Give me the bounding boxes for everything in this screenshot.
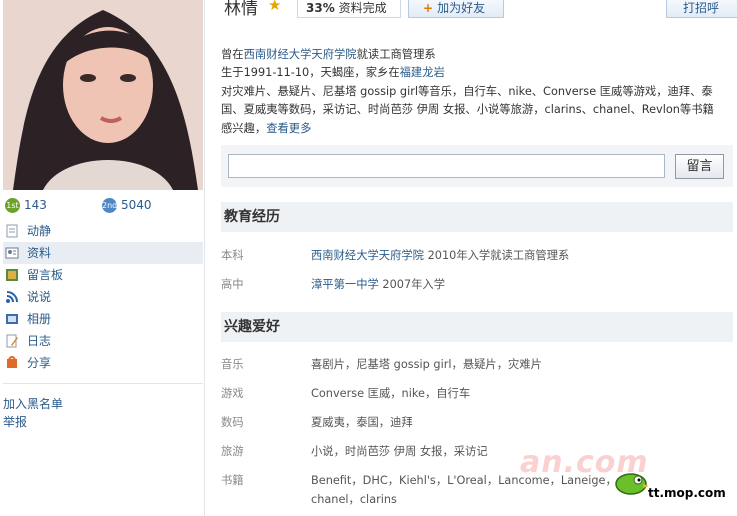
plus-icon: + [423, 1, 434, 15]
greet-button[interactable]: 打招呼 [666, 0, 737, 18]
view-more-link[interactable]: 查看更多 [266, 122, 311, 135]
domain-watermark: tt.mop.com [648, 486, 726, 500]
picture-board-icon [6, 269, 18, 281]
row-value: 夏威夷，泰国，迪拜 [311, 416, 413, 429]
sidebar-item-label: 资料 [27, 246, 52, 260]
sidebar-item-label: 相册 [27, 312, 52, 326]
row-label: 书籍 [221, 474, 244, 487]
sidebar-item-label: 留言板 [27, 268, 64, 282]
intro-interests-line: 对灾难片、悬疑片、尼基塔 gossip girl等音乐，自行车、nike、Con… [221, 84, 713, 98]
report-link[interactable]: 举报 [3, 413, 27, 430]
intro-more-line: 感兴趣，查看更多 [221, 121, 312, 135]
stat-value-2[interactable]: 5040 [121, 198, 152, 212]
row-label: 高中 [221, 278, 244, 291]
add-to-blacklist-link[interactable]: 加入黑名单 [3, 395, 63, 412]
stat-level-2: 2nd 5040 [102, 196, 152, 214]
hometown-link[interactable]: 福建龙岩 [400, 66, 445, 79]
row-label: 旅游 [221, 445, 244, 458]
sidebar-item-label: 分享 [27, 356, 52, 370]
hobbies-heading: 兴趣爱好 [221, 312, 733, 342]
profile-completion[interactable]: 33% 资料完成 [297, 0, 401, 18]
profile-name: 林情 [224, 0, 258, 19]
user-stats: 1st 143 2nd 5040 [3, 196, 203, 214]
leave-message-button[interactable]: 留言 [675, 154, 724, 179]
message-box: 留言 [221, 145, 733, 187]
row-label: 本科 [221, 249, 244, 262]
sidebar-item-status[interactable]: 说说 [3, 286, 203, 308]
sidebar-item-guestbook[interactable]: 留言板 [3, 264, 203, 286]
intro-school-line: 曾在西南财经大学天府学院就读工商管理系 [221, 48, 436, 61]
message-input[interactable] [228, 154, 665, 178]
profile-icon [5, 247, 19, 259]
row-label: 音乐 [221, 358, 244, 371]
greet-label: 打招呼 [683, 1, 720, 15]
sidebar-nav: 动静 资料 留言板 说说 相册 日志 分享 [3, 220, 203, 374]
sidebar-divider [3, 383, 203, 384]
completion-label: 资料完成 [338, 1, 387, 15]
sidebar-item-album[interactable]: 相册 [3, 308, 203, 330]
pencil-icon [6, 334, 18, 348]
row-value: 喜剧片，尼基塔 gossip girl，悬疑片，灾难片 [311, 358, 542, 371]
profile-intro: 曾在西南财经大学天府学院就读工商管理系 生于1991-11-10，天蝎座，家乡在… [221, 46, 733, 138]
level-badge-icon: 1st [5, 198, 20, 213]
school-link[interactable]: 西南财经大学天府学院 [244, 48, 357, 61]
sidebar-item-share[interactable]: 分享 [3, 352, 203, 374]
sidebar-item-blog[interactable]: 日志 [3, 330, 203, 352]
avatar[interactable] [3, 0, 203, 190]
add-friend-button[interactable]: + 加为好友 [408, 0, 504, 18]
note-icon [6, 224, 18, 238]
sidebar-item-activity[interactable]: 动静 [3, 220, 203, 242]
row-value: Converse 匡威，nike，自行车 [311, 387, 471, 400]
avatar-portrait [3, 0, 203, 190]
intro-interests-line: 国、夏威夷等数码，采访记、时尚芭莎 伊周 女报、小说等旅游，clarins、ch… [221, 103, 714, 117]
sidebar-item-label: 日志 [27, 334, 52, 348]
intro-birth-line: 生于1991-11-10，天蝎座，家乡在福建龙岩 [221, 66, 445, 80]
left-sidebar: 1st 143 2nd 5040 动静 资料 留言板 说说 相册 日志 分享 加… [0, 0, 205, 516]
sidebar-item-label: 说说 [27, 290, 52, 304]
school-link[interactable]: 漳平第一中学 [311, 278, 379, 291]
bird-logo-icon [615, 473, 649, 495]
rss-icon [6, 291, 18, 303]
album-icon [6, 314, 18, 324]
completion-percent: 33% [306, 1, 335, 15]
stat-value-1[interactable]: 143 [24, 198, 47, 212]
row-label: 数码 [221, 416, 244, 429]
level-badge-icon: 2nd [102, 198, 117, 213]
share-icon [7, 356, 17, 368]
add-friend-label: 加为好友 [437, 1, 486, 15]
row-value: 漳平第一中学 2007年入学 [311, 278, 446, 291]
row-label: 游戏 [221, 387, 244, 400]
row-value: 西南财经大学天府学院 2010年入学就读工商管理系 [311, 249, 570, 262]
stat-level-1: 1st 143 [5, 196, 47, 214]
school-link[interactable]: 西南财经大学天府学院 [311, 249, 424, 262]
sidebar-item-label: 动静 [27, 224, 52, 238]
education-heading: 教育经历 [221, 202, 733, 232]
star-icon: ★ [268, 0, 282, 14]
sidebar-item-profile[interactable]: 资料 [3, 242, 203, 264]
